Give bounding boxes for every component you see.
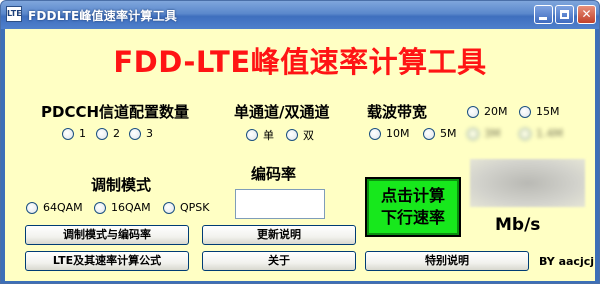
modulation-label: 调制模式 xyxy=(91,176,152,194)
channel-radio-single[interactable]: 单 xyxy=(246,127,274,143)
radio-circle-icon xyxy=(246,129,258,141)
radio-circle-icon xyxy=(519,105,531,118)
bandwidth-radio-3m[interactable]: 3M xyxy=(467,127,501,140)
calculate-downlink-rate-button[interactable]: 点击计算 下行速率 xyxy=(365,177,461,237)
radio-circle-icon xyxy=(163,201,175,214)
bandwidth-label: 载波带宽 xyxy=(367,103,428,121)
bandwidth-radio-15m[interactable]: 15M xyxy=(519,105,560,118)
minimize-button[interactable] xyxy=(534,5,553,24)
window-title: FDDLTE峰值速率计算工具 xyxy=(28,9,177,23)
radio-circle-icon xyxy=(519,127,531,140)
code-rate-label: 编码率 xyxy=(251,165,297,183)
title-bar[interactable]: LTE FDDLTE峰值速率计算工具 ✕ xyxy=(1,1,599,29)
special-notes-button[interactable]: 特别说明 xyxy=(365,251,529,271)
radio-circle-icon xyxy=(467,105,479,118)
update-notes-button[interactable]: 更新说明 xyxy=(202,225,356,245)
radio-circle-icon xyxy=(94,201,106,214)
lte-formula-button[interactable]: LTE及其速率计算公式 xyxy=(25,251,189,271)
radio-circle-icon xyxy=(96,127,108,140)
radio-circle-icon xyxy=(467,127,479,140)
channel-radio-dual[interactable]: 双 xyxy=(286,127,314,143)
modulation-radio-qpsk[interactable]: QPSK xyxy=(163,201,210,214)
maximize-button[interactable] xyxy=(555,5,574,24)
bandwidth-radio-10m[interactable]: 10M xyxy=(369,127,410,140)
app-window: LTE FDDLTE峰值速率计算工具 ✕ FDD-LTE峰值速率计算工具 PDC… xyxy=(0,0,600,284)
app-icon: LTE xyxy=(6,6,22,22)
pdcch-radio-1[interactable]: 1 xyxy=(62,127,86,140)
close-button[interactable]: ✕ xyxy=(577,5,596,24)
page-title: FDD-LTE峰值速率计算工具 xyxy=(113,45,487,79)
radio-circle-icon xyxy=(369,127,381,140)
radio-circle-icon xyxy=(62,127,74,140)
radio-circle-icon xyxy=(423,127,435,140)
modulation-radio-16qam[interactable]: 16QAM xyxy=(94,201,151,214)
modulation-radio-64qam[interactable]: 64QAM xyxy=(26,201,83,214)
result-unit: Mb/s xyxy=(495,215,541,235)
channel-label: 单通道/双通道 xyxy=(234,103,330,121)
bandwidth-radio-20m[interactable]: 20M xyxy=(467,105,508,118)
result-display xyxy=(470,159,585,207)
bandwidth-radio-1-4m[interactable]: 1.4M xyxy=(519,127,563,140)
mod-and-coding-button[interactable]: 调制模式与编码率 xyxy=(25,225,189,245)
code-rate-input[interactable] xyxy=(235,189,325,219)
radio-circle-icon xyxy=(26,201,38,214)
pdcch-label: PDCCH信道配置数量 xyxy=(41,103,190,121)
pdcch-radio-3[interactable]: 3 xyxy=(129,127,153,140)
radio-circle-icon xyxy=(286,129,298,141)
maximize-icon xyxy=(560,10,569,19)
pdcch-radio-2[interactable]: 2 xyxy=(96,127,120,140)
close-icon: ✕ xyxy=(581,7,592,21)
bandwidth-radio-5m[interactable]: 5M xyxy=(423,127,457,140)
radio-circle-icon xyxy=(129,127,141,140)
client-area: FDD-LTE峰值速率计算工具 PDCCH信道配置数量 1 2 3 单通道/双通… xyxy=(5,29,595,281)
about-button[interactable]: 关于 xyxy=(202,251,356,271)
author-label: BY aacjcj xyxy=(539,255,595,268)
minimize-icon xyxy=(539,17,547,20)
